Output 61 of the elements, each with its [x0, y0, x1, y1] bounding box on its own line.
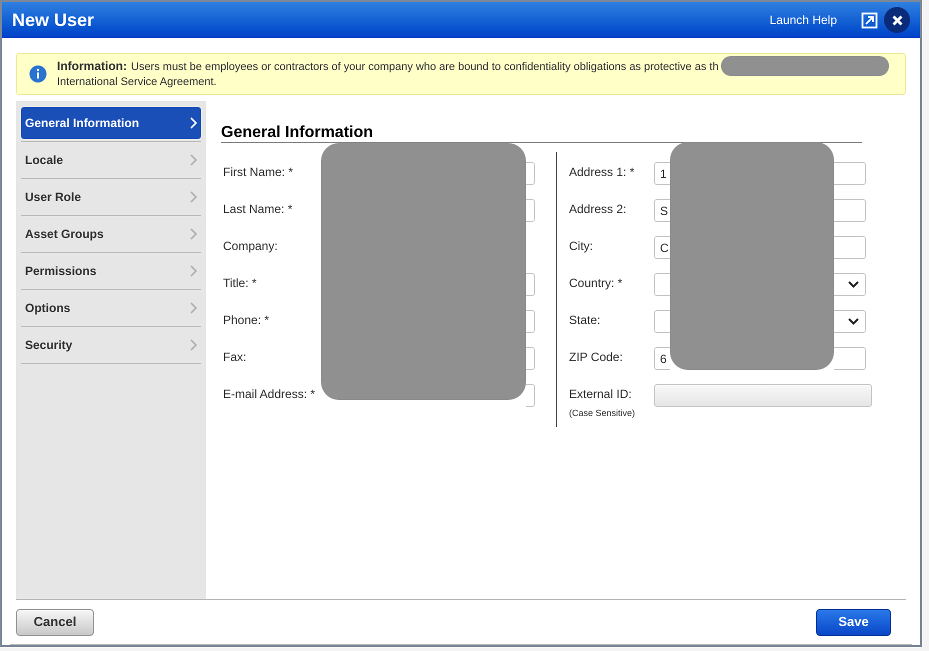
input-field[interactable]	[654, 384, 872, 407]
input-field[interactable]	[834, 236, 866, 259]
field-label: Country: *	[569, 276, 624, 291]
close-icon	[892, 14, 902, 26]
chevron-down-icon	[848, 318, 859, 325]
info-text: Users must be employees or contractors of your company who are bound to confidentiality obligations as protective as th	[131, 60, 719, 74]
info-text: International Service Agreement.	[57, 74, 218, 90]
dropdown-field[interactable]	[654, 310, 670, 333]
sidebar-item[interactable]: Permissions	[21, 255, 201, 287]
input-field[interactable]: 6	[654, 347, 670, 370]
info-icon	[29, 65, 47, 83]
input-field[interactable]: 1	[654, 162, 670, 185]
close-button[interactable]	[884, 7, 910, 33]
cancel-button[interactable]: Cancel	[16, 608, 94, 636]
save-button[interactable]: Save	[816, 608, 891, 636]
field-label: Address 1: *	[569, 165, 636, 180]
input-field[interactable]	[526, 310, 535, 333]
input-field[interactable]: C	[654, 236, 670, 259]
sidebar-item[interactable]: Security	[21, 329, 201, 361]
field-label: Title: *	[223, 276, 258, 291]
input-field[interactable]	[834, 162, 866, 185]
dropdown-field[interactable]	[834, 310, 866, 333]
dropdown-field[interactable]	[834, 273, 866, 296]
chevron-down-icon	[848, 281, 859, 288]
field-note: (Case Sensitive)	[569, 407, 636, 420]
field-label: Company:	[223, 239, 279, 254]
sidebar-item[interactable]: Asset Groups	[21, 218, 201, 250]
chevron-right-icon	[190, 117, 197, 129]
input-field[interactable]	[526, 273, 535, 296]
input-field[interactable]	[834, 199, 866, 222]
sidebar-item[interactable]: General Information	[21, 107, 201, 139]
chevron-right-icon	[190, 265, 197, 277]
chevron-right-icon	[190, 302, 197, 314]
input-field[interactable]	[834, 347, 866, 370]
field-label: Last Name: *	[223, 202, 294, 217]
field-label: E-mail Address: *	[223, 387, 316, 402]
popout-icon[interactable]	[861, 12, 878, 28]
dropdown-field[interactable]	[654, 273, 670, 296]
field-label: ZIP Code:	[569, 350, 624, 365]
field-label: City:	[569, 239, 594, 254]
field-label: Phone: *	[223, 313, 270, 328]
input-field[interactable]	[526, 384, 535, 407]
input-field[interactable]	[526, 199, 535, 222]
field-label: External ID:	[569, 387, 633, 402]
chevron-right-icon	[190, 191, 197, 203]
input-field[interactable]	[526, 162, 535, 185]
input-field[interactable]: S	[654, 199, 670, 222]
field-label: State:	[569, 313, 602, 328]
chevron-right-icon	[190, 154, 197, 166]
chevron-right-icon	[190, 228, 197, 240]
help-link[interactable]: Launch Help	[770, 11, 837, 29]
info-title: Information:	[57, 58, 127, 74]
input-field[interactable]	[526, 347, 535, 370]
field-label: Address 2:	[569, 202, 628, 217]
sidebar-item[interactable]: User Role	[21, 181, 201, 213]
field-label: First Name: *	[223, 165, 294, 180]
field-label: Fax:	[223, 350, 248, 365]
chevron-right-icon	[190, 339, 197, 351]
sidebar-item[interactable]: Locale	[21, 144, 201, 176]
window-title: New User	[12, 8, 94, 32]
sidebar-item[interactable]: Options	[21, 292, 201, 324]
